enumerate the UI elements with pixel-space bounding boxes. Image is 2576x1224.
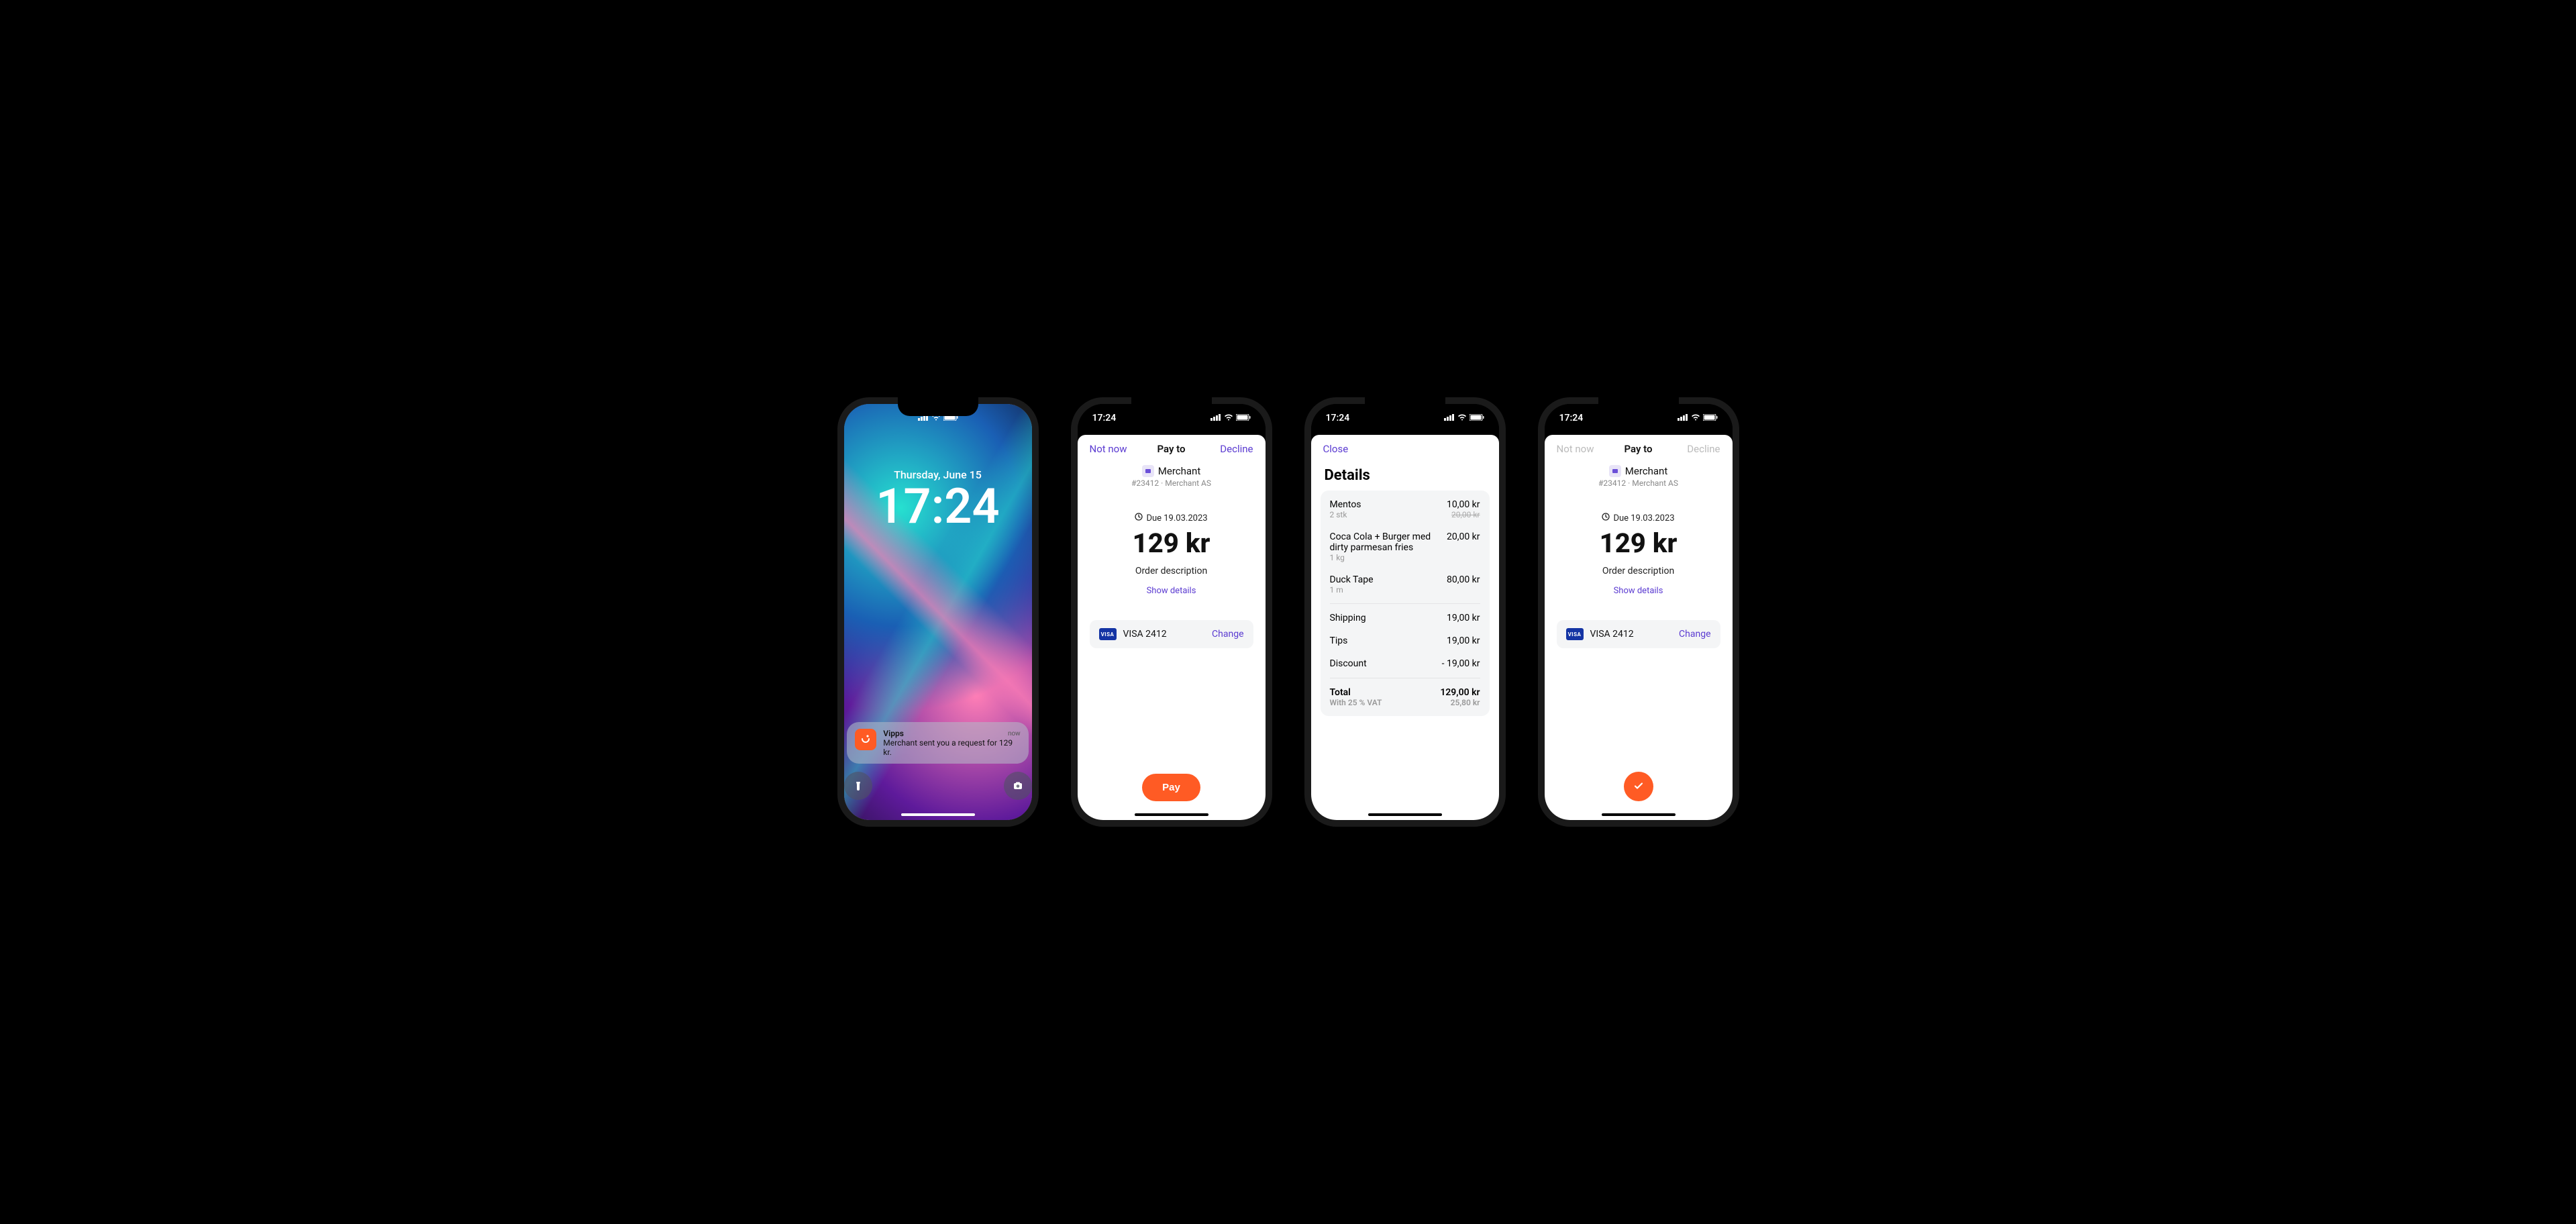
show-details-link[interactable]: Show details xyxy=(1147,586,1196,596)
item-qty: 1 kg xyxy=(1330,553,1437,562)
line-item: Coca Cola + Burger med dirty parmesan fr… xyxy=(1330,525,1480,568)
not-now-button-disabled: Not now xyxy=(1557,443,1597,455)
visa-icon: VISA xyxy=(1099,628,1117,640)
item-name: Mentos xyxy=(1330,499,1361,510)
change-card-link[interactable]: Change xyxy=(1679,629,1710,640)
status-time: 17:24 xyxy=(1092,413,1117,423)
amount: 129 kr xyxy=(1545,527,1733,559)
card-label: VISA 2412 xyxy=(1123,629,1167,640)
pay-button[interactable]: Pay xyxy=(1142,774,1200,801)
nav-title: Pay to xyxy=(1624,443,1652,455)
nav-bar: Not now Pay to Decline xyxy=(1078,435,1266,463)
wifi-icon xyxy=(1457,413,1467,423)
payment-card-row: VISA VISA 2412 Change xyxy=(1090,620,1253,648)
amount: 129 kr xyxy=(1078,527,1266,559)
flashlight-button[interactable] xyxy=(844,772,872,800)
phone-pay-request: 17:24 Not now Pay to Decline xyxy=(1071,397,1272,827)
total-row: Total With 25 % VAT 129,00 kr 25,80 kr xyxy=(1330,681,1480,713)
not-now-button[interactable]: Not now xyxy=(1090,443,1130,455)
lock-time: 17:24 xyxy=(876,482,999,531)
line-item: Mentos 2 stk 10,00 kr 20,00 kr xyxy=(1330,493,1480,525)
wifi-icon xyxy=(1691,413,1700,423)
visa-icon: VISA xyxy=(1566,628,1584,640)
item-price: 10,00 kr xyxy=(1447,499,1480,510)
notification-time: now xyxy=(1008,730,1021,737)
notification-app-name: Vipps xyxy=(883,729,904,738)
card-label: VISA 2412 xyxy=(1590,629,1634,640)
item-qty: 1 m xyxy=(1330,585,1374,595)
wifi-icon xyxy=(1224,413,1233,423)
phone-lockscreen: Thursday, June 15 17:24 Vipps now Mercha… xyxy=(837,397,1039,827)
merchant-name: Merchant xyxy=(1625,465,1667,477)
vipps-app-icon xyxy=(855,729,876,750)
check-icon xyxy=(1633,780,1645,794)
status-time: 17:24 xyxy=(1326,413,1350,423)
camera-button[interactable] xyxy=(1004,772,1032,800)
details-title: Details xyxy=(1311,463,1499,491)
item-qty: 2 stk xyxy=(1330,510,1361,519)
discount-row: Discount - 19,00 kr xyxy=(1330,652,1480,675)
merchant-subtitle: #23412 · Merchant AS xyxy=(1545,478,1733,488)
decline-button-disabled: Decline xyxy=(1680,443,1720,455)
line-item: Duck Tape 1 m 80,00 kr xyxy=(1330,568,1480,601)
notification-card[interactable]: Vipps now Merchant sent you a request fo… xyxy=(847,722,1028,764)
change-card-link[interactable]: Change xyxy=(1212,629,1243,640)
order-description: Order description xyxy=(1078,566,1266,576)
nav-bar: Close xyxy=(1311,435,1499,463)
merchant-icon xyxy=(1142,465,1154,477)
notification-body: Merchant sent you a request for 129 kr. xyxy=(883,738,1020,757)
item-name: Coca Cola + Burger med dirty parmesan fr… xyxy=(1330,531,1437,553)
battery-icon xyxy=(1236,413,1251,423)
item-name: Duck Tape xyxy=(1330,574,1374,585)
clock-icon xyxy=(1135,513,1143,523)
battery-icon xyxy=(1703,413,1718,423)
merchant-name: Merchant xyxy=(1158,465,1200,477)
due-date: Due 19.03.2023 xyxy=(1146,513,1207,523)
cellular-icon xyxy=(1210,413,1221,423)
merchant-icon xyxy=(1609,465,1621,477)
payment-card-row: VISA VISA 2412 Change xyxy=(1557,620,1720,648)
status-time: 17:24 xyxy=(1559,413,1584,423)
merchant-subtitle: #23412 · Merchant AS xyxy=(1078,478,1266,488)
due-date: Due 19.03.2023 xyxy=(1613,513,1674,523)
pay-confirmed-button xyxy=(1624,772,1653,801)
phone-details: 17:24 Close Details xyxy=(1304,397,1506,827)
tips-row: Tips 19,00 kr xyxy=(1330,629,1480,652)
item-price: 20,00 kr xyxy=(1447,531,1480,562)
details-card: Mentos 2 stk 10,00 kr 20,00 kr Coca Cola… xyxy=(1321,491,1490,716)
item-price: 80,00 kr xyxy=(1447,574,1480,595)
item-original-price: 20,00 kr xyxy=(1447,510,1480,519)
nav-bar: Not now Pay to Decline xyxy=(1545,435,1733,463)
cellular-icon xyxy=(1678,413,1688,423)
shipping-row: Shipping 19,00 kr xyxy=(1330,607,1480,629)
decline-button[interactable]: Decline xyxy=(1213,443,1253,455)
nav-title: Pay to xyxy=(1157,443,1185,455)
close-button[interactable]: Close xyxy=(1323,443,1363,455)
cellular-icon xyxy=(1444,413,1455,423)
battery-icon xyxy=(1470,413,1484,423)
order-description: Order description xyxy=(1545,566,1733,576)
phone-pay-confirmed: 17:24 Not now Pay to Decline xyxy=(1538,397,1739,827)
show-details-link[interactable]: Show details xyxy=(1614,586,1663,596)
clock-icon xyxy=(1602,513,1610,523)
